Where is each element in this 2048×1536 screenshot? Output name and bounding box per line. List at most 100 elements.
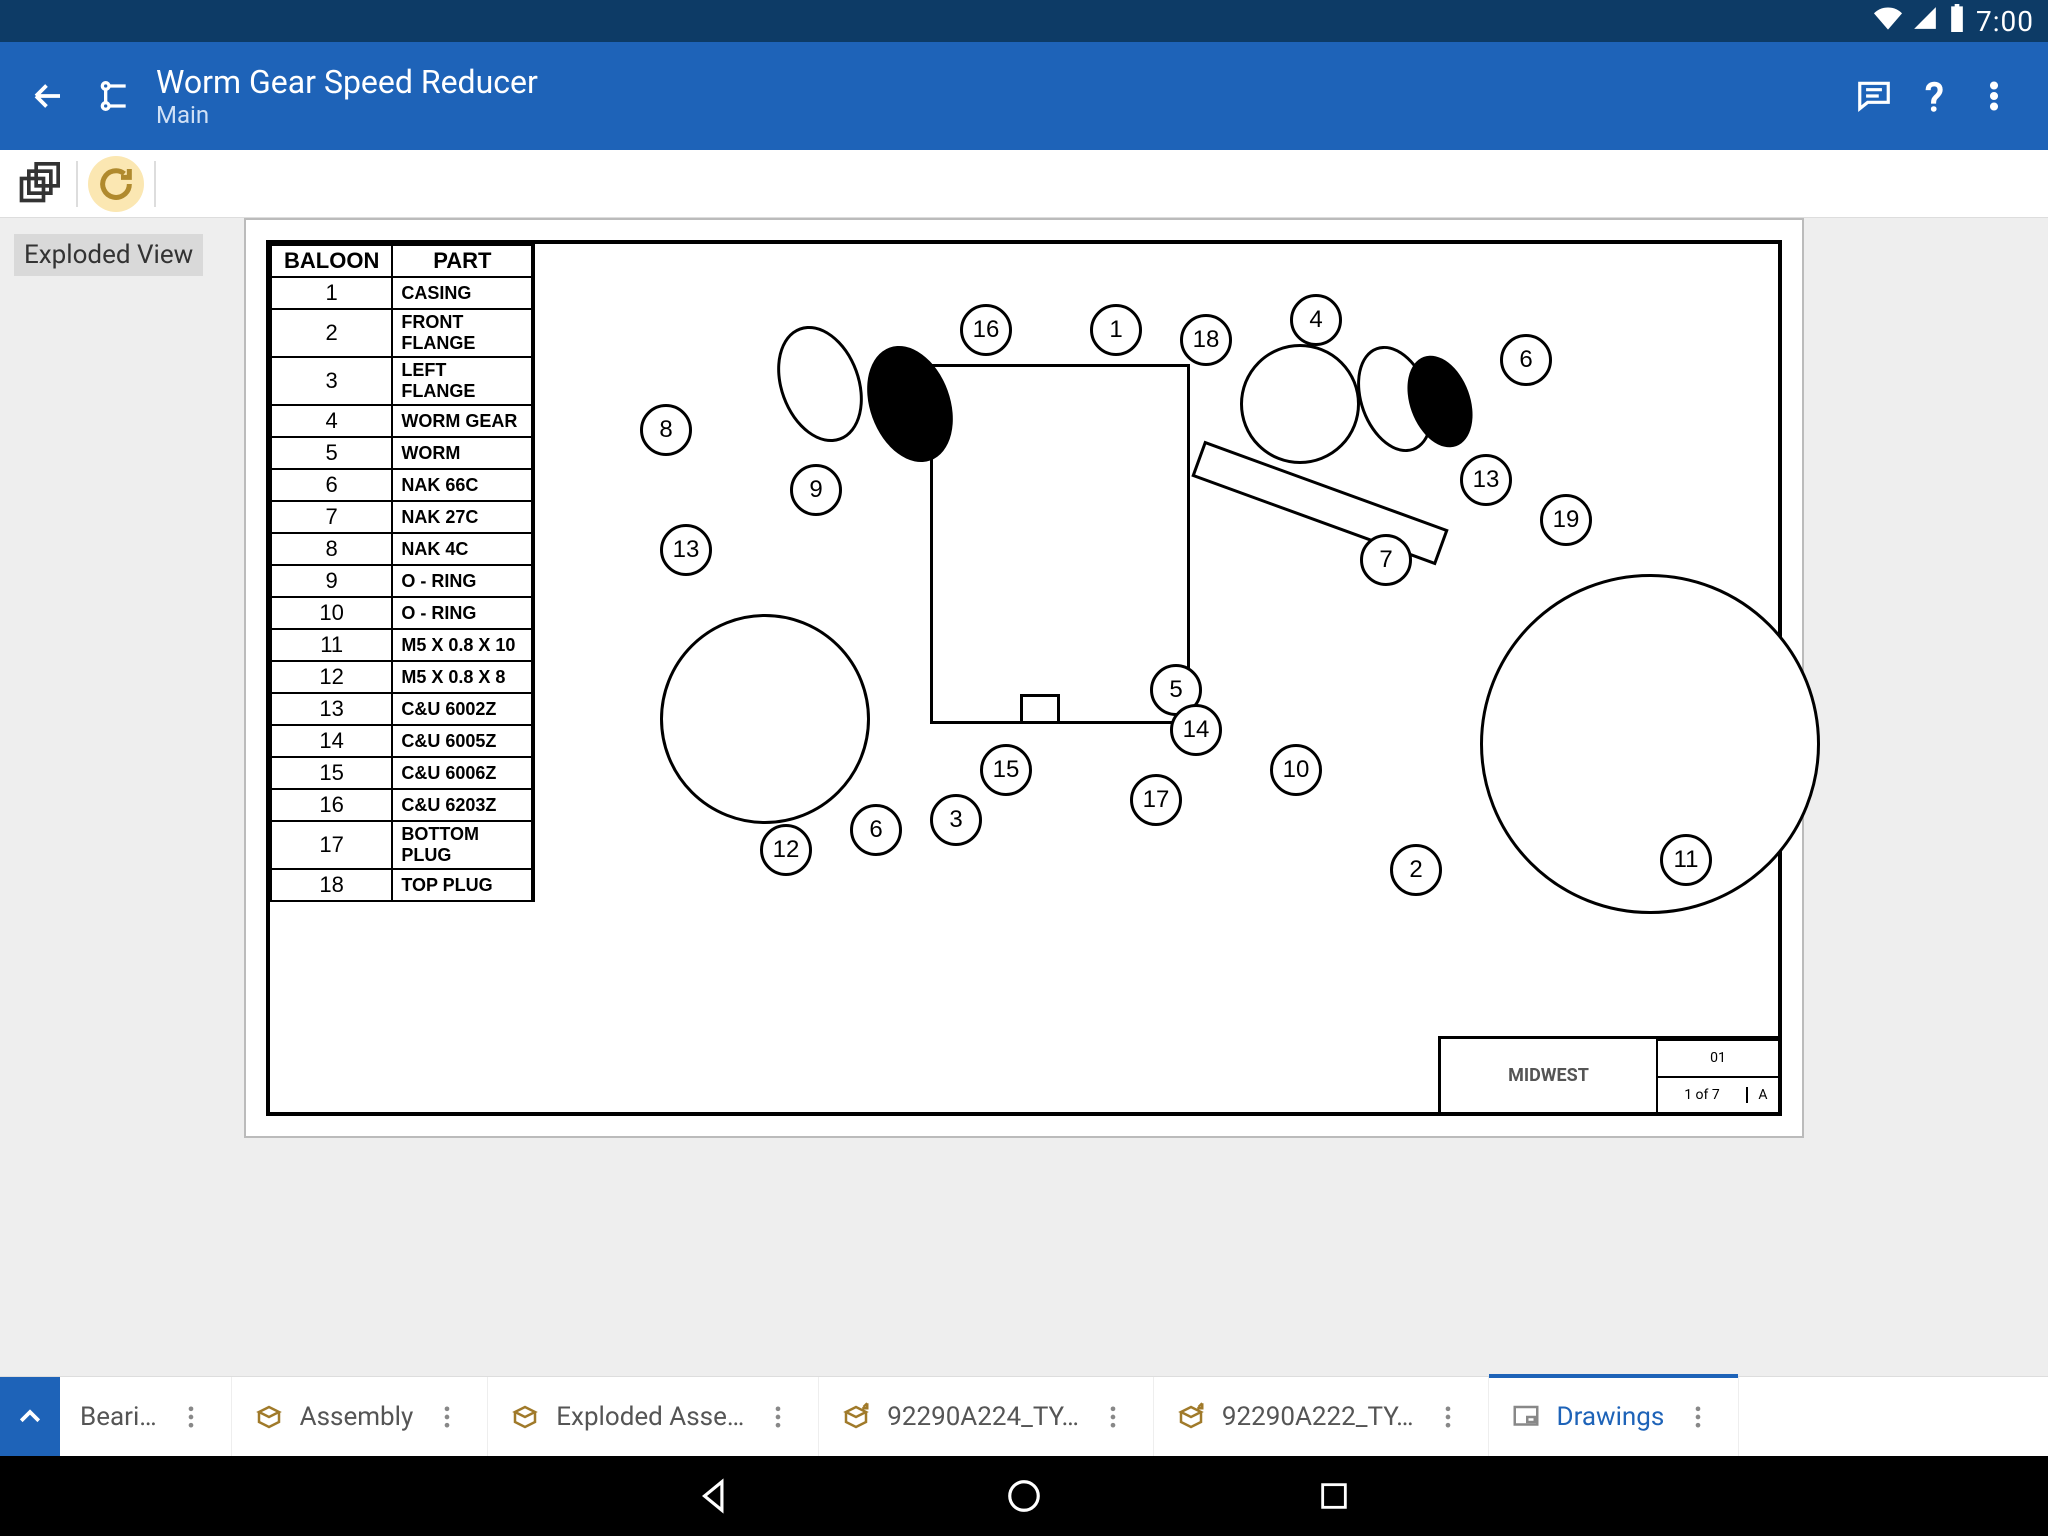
balloon-callout: 9 xyxy=(790,464,842,516)
title-block-sheet-num: 01 xyxy=(1658,1039,1778,1076)
tab-label: 92290A224_TY… xyxy=(887,1402,1079,1432)
balloon-callout: 12 xyxy=(760,824,812,876)
exploded-drawing: 16118468913131975153171410612211 xyxy=(500,244,1778,1112)
bom-row: 13C&U 6002Z xyxy=(271,693,532,725)
bom-balloon-num: 17 xyxy=(271,821,392,869)
balloon-callout: 13 xyxy=(660,524,712,576)
document-subtitle: Main xyxy=(156,101,538,129)
tab-exploded-asse-[interactable]: Exploded Asse… xyxy=(488,1377,818,1456)
bom-balloon-num: 15 xyxy=(271,757,392,789)
balloon-callout: 1 xyxy=(1090,304,1142,356)
tab-label: 92290A222_TY… xyxy=(1222,1402,1414,1432)
tab-label: Exploded Asse… xyxy=(556,1402,744,1432)
tab-menu-button[interactable] xyxy=(758,1403,798,1431)
tab-drawings[interactable]: Drawings xyxy=(1489,1377,1739,1456)
bom-row: 14C&U 6005Z xyxy=(271,725,532,757)
bom-balloon-num: 16 xyxy=(271,789,392,821)
tab-92290a222-ty-[interactable]: 92290A222_TY… xyxy=(1154,1377,1488,1456)
balloon-callout: 3 xyxy=(930,794,982,846)
app-bar: Worm Gear Speed Reducer Main ? xyxy=(0,42,2048,150)
tab-92290a224-ty-[interactable]: 92290A224_TY… xyxy=(819,1377,1153,1456)
bom-balloon-num: 14 xyxy=(271,725,392,757)
part-ring xyxy=(762,314,878,454)
bom-header-balloon: BALOON xyxy=(271,245,392,277)
part-left-flange xyxy=(660,614,870,824)
balloon-callout: 6 xyxy=(850,804,902,856)
tab-menu-button[interactable] xyxy=(1428,1403,1468,1431)
balloon-callout: 7 xyxy=(1360,534,1412,586)
nav-recent-button[interactable] xyxy=(1309,1471,1359,1521)
drawing-title-block: MIDWEST 01 1 of 7 A xyxy=(1438,1036,1778,1112)
tab-label: Drawings xyxy=(1557,1402,1665,1432)
bom-row: 12M5 X 0.8 X 8 xyxy=(271,661,532,693)
signal-icon xyxy=(1912,5,1938,38)
bom-table: BALOON PART 1CASING2FRONT FLANGE3LEFT FL… xyxy=(270,244,535,902)
balloon-callout: 16 xyxy=(960,304,1012,356)
bom-row: 16C&U 6203Z xyxy=(271,789,532,821)
nav-back-button[interactable] xyxy=(689,1471,739,1521)
bom-row: 4WORM GEAR xyxy=(271,405,532,437)
balloon-callout: 13 xyxy=(1460,454,1512,506)
toolbar-separator xyxy=(76,161,78,207)
android-nav-bar xyxy=(0,1456,2048,1536)
comments-button[interactable] xyxy=(1844,66,1904,126)
bom-balloon-num: 10 xyxy=(271,597,392,629)
bom-row: 11M5 X 0.8 X 10 xyxy=(271,629,532,661)
bom-row: 8NAK 4C xyxy=(271,533,532,565)
bom-row: 3LEFT FLANGE xyxy=(271,357,532,405)
svg-text:?: ? xyxy=(1925,78,1943,114)
balloon-callout: 10 xyxy=(1270,744,1322,796)
bom-balloon-num: 9 xyxy=(271,565,392,597)
bom-row: 10O - RING xyxy=(271,597,532,629)
part-plug xyxy=(1020,694,1060,724)
bom-row: 15C&U 6006Z xyxy=(271,757,532,789)
tab-menu-button[interactable] xyxy=(1093,1403,1133,1431)
bom-balloon-num: 1 xyxy=(271,277,392,309)
bom-row: 1CASING xyxy=(271,277,532,309)
overflow-menu-button[interactable] xyxy=(1964,66,2024,126)
tab-beari-[interactable]: Beari… xyxy=(60,1377,231,1456)
part-front-flange xyxy=(1480,574,1820,914)
tab-menu-button[interactable] xyxy=(427,1403,467,1431)
bom-balloon-num: 7 xyxy=(271,501,392,533)
bom-row: 7NAK 27C xyxy=(271,501,532,533)
toolbar-separator xyxy=(154,161,156,207)
bom-row: 9O - RING xyxy=(271,565,532,597)
document-title: Worm Gear Speed Reducer xyxy=(156,63,538,101)
layers-button[interactable] xyxy=(10,156,66,212)
part-worm-gear xyxy=(1240,344,1360,464)
balloon-callout: 6 xyxy=(1500,334,1552,386)
bom-row: 18TOP PLUG xyxy=(271,869,532,901)
orbit-view-button[interactable] xyxy=(88,156,144,212)
tab-menu-button[interactable] xyxy=(171,1403,211,1431)
bom-balloon-num: 3 xyxy=(271,357,392,405)
help-button[interactable]: ? xyxy=(1904,66,1964,126)
status-clock: 7:00 xyxy=(1976,5,2034,38)
assembly-icon xyxy=(508,1400,542,1434)
drawing-icon xyxy=(1509,1400,1543,1434)
tab-label: Assembly xyxy=(300,1402,414,1432)
tab-menu-button[interactable] xyxy=(1678,1403,1718,1431)
battery-icon xyxy=(1948,4,1966,39)
view-toolbar xyxy=(0,150,2048,218)
balloon-callout: 8 xyxy=(640,404,692,456)
part-casing xyxy=(930,364,1190,724)
nav-home-button[interactable] xyxy=(999,1471,1049,1521)
tabs-expand-button[interactable] xyxy=(0,1377,60,1456)
title-block-rev: A xyxy=(1748,1087,1778,1103)
bom-row: 17BOTTOM PLUG xyxy=(271,821,532,869)
tab-assembly[interactable]: Assembly xyxy=(232,1377,488,1456)
bom-row: 6NAK 66C xyxy=(271,469,532,501)
bom-balloon-num: 6 xyxy=(271,469,392,501)
balloon-callout: 18 xyxy=(1180,314,1232,366)
bom-balloon-num: 2 xyxy=(271,309,392,357)
drawing-viewport[interactable]: Exploded View BALOON PART 1CASING2FRONT … xyxy=(0,218,2048,1376)
document-tabs: Beari… Assembly Exploded Asse… 92290A224_TY… xyxy=(0,1376,2048,1456)
view-name-badge: Exploded View xyxy=(14,234,203,276)
balloon-callout: 14 xyxy=(1170,704,1222,756)
balloon-callout: 4 xyxy=(1290,294,1342,346)
assembly-icon xyxy=(252,1400,286,1434)
bom-row: 5WORM xyxy=(271,437,532,469)
balloon-callout: 19 xyxy=(1540,494,1592,546)
back-button[interactable] xyxy=(24,72,72,120)
